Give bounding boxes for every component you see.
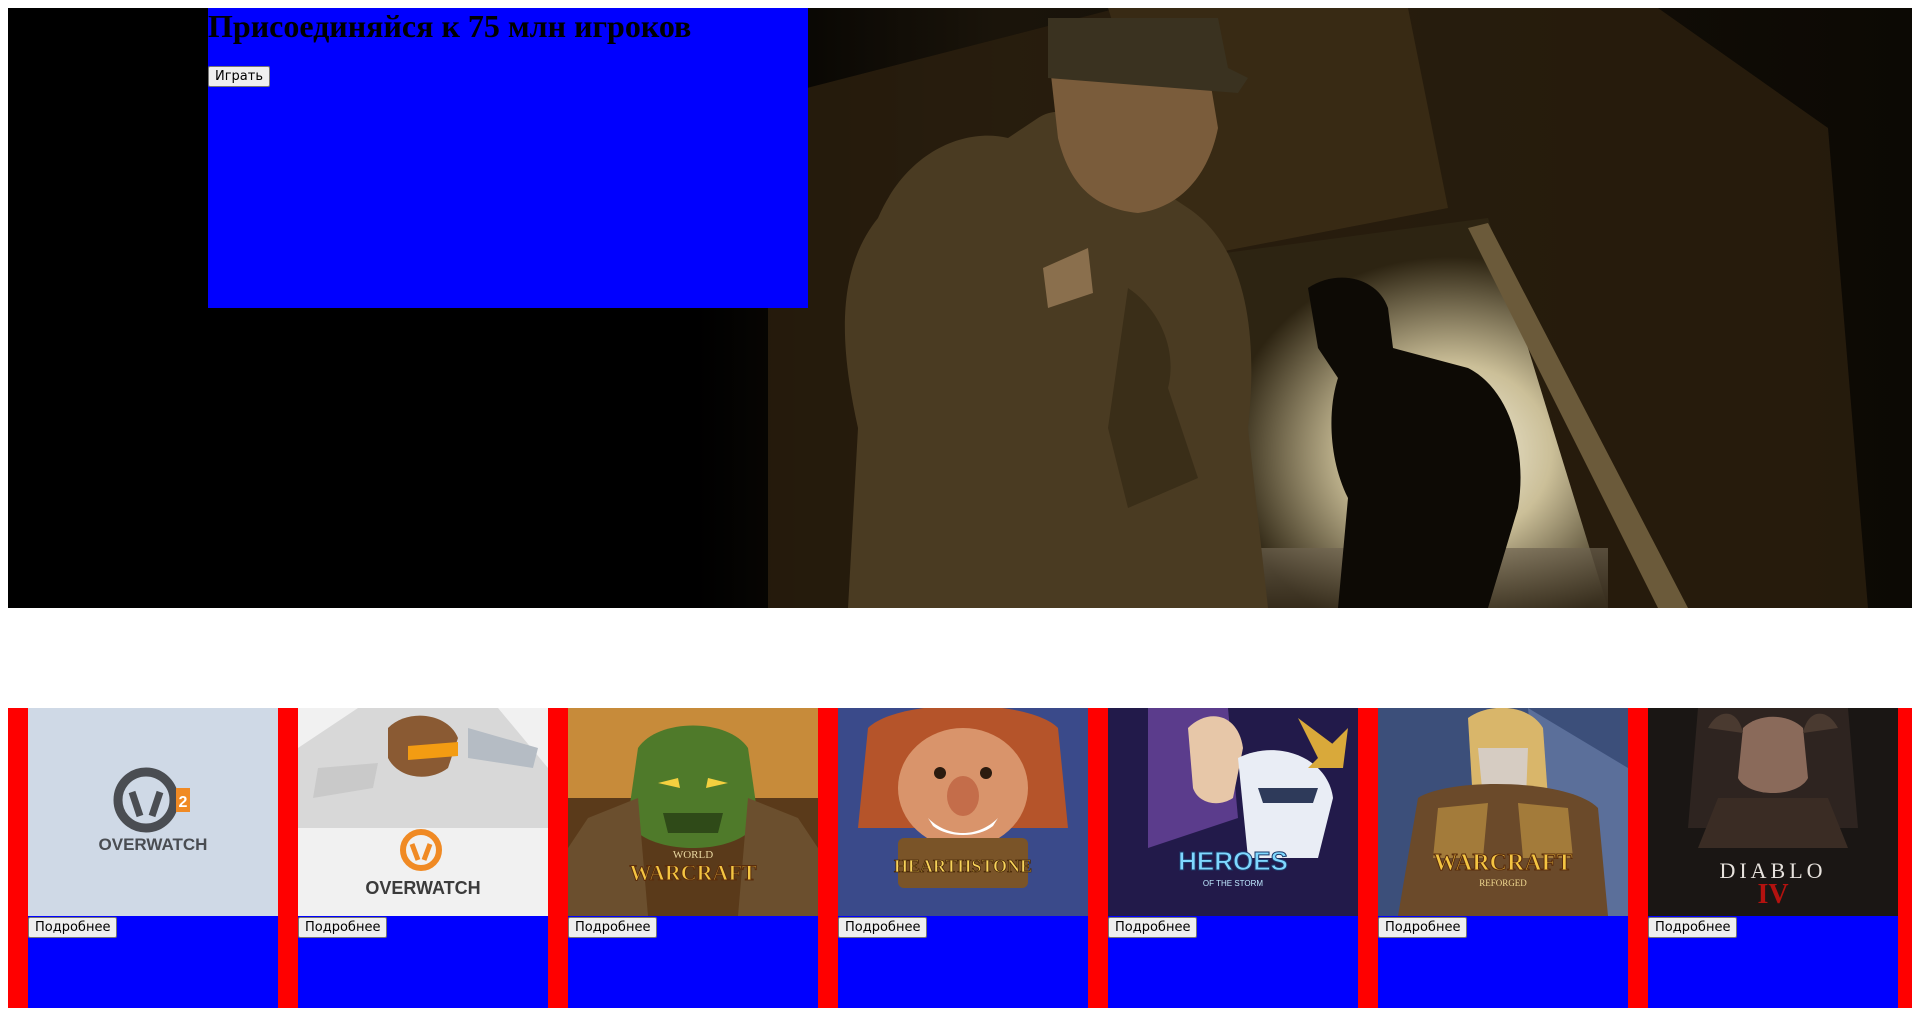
world-of-warcraft-cover: WORLD WARCRAFT	[568, 708, 818, 916]
heroes-logo-sub: OF THE STORM	[1203, 879, 1263, 888]
heroes-of-the-storm-cover: HEROES OF THE STORM	[1108, 708, 1358, 916]
play-button[interactable]: Играть	[208, 66, 271, 87]
warcraft-reforged-cover: WARCRAFT REFORGED	[1378, 708, 1628, 916]
overwatch-logo: OVERWATCH	[365, 878, 480, 898]
overwatch-2-cover: 2 OVERWATCH	[28, 708, 278, 916]
game-more-button[interactable]: Подробнее	[1108, 917, 1198, 938]
game-card-hearthstone: HEARTHSTONE Подробнее	[838, 708, 1088, 1008]
game-card-overwatch: OVERWATCH Подробнее	[298, 708, 548, 1008]
games-strip: 2 OVERWATCH Подробнее OVERWATCH Подробне…	[8, 708, 1912, 1008]
hero-promo-panel: Присоединяйся к 75 млн игроков Играть	[208, 8, 808, 308]
hero-banner: Присоединяйся к 75 млн игроков Играть	[8, 8, 1912, 608]
game-more-button[interactable]: Подробнее	[298, 917, 388, 938]
game-card-world-of-warcraft: WORLD WARCRAFT Подробнее	[568, 708, 818, 1008]
overwatch-cover: OVERWATCH	[298, 708, 548, 916]
overwatch-2-badge: 2	[179, 794, 188, 811]
game-more-button[interactable]: Подробнее	[838, 917, 928, 938]
game-more-button[interactable]: Подробнее	[1378, 917, 1468, 938]
diablo-badge: IV	[1757, 879, 1788, 910]
game-card-heroes-of-the-storm: HEROES OF THE STORM Подробнее	[1108, 708, 1358, 1008]
game-card-overwatch-2: 2 OVERWATCH Подробнее	[28, 708, 278, 1008]
game-card-diablo-iv: DIABLO IV Подробнее	[1648, 708, 1898, 1008]
warcraft-logo-sub: REFORGED	[1479, 878, 1527, 888]
diablo-iv-cover: DIABLO IV	[1648, 708, 1898, 916]
wow-logo: WARCRAFT	[629, 860, 756, 885]
overwatch-2-logo: OVERWATCH	[99, 835, 208, 854]
game-more-button[interactable]: Подробнее	[28, 917, 118, 938]
heroes-logo: HEROES	[1178, 846, 1288, 876]
game-more-button[interactable]: Подробнее	[568, 917, 658, 938]
game-more-button[interactable]: Подробнее	[1648, 917, 1738, 938]
game-card-warcraft-reforged: WARCRAFT REFORGED Подробнее	[1378, 708, 1628, 1008]
hero-title: Присоединяйся к 75 млн игроков	[208, 8, 692, 44]
hearthstone-cover: HEARTHSTONE	[838, 708, 1088, 916]
warcraft-logo: WARCRAFT	[1434, 850, 1573, 876]
hearthstone-logo: HEARTHSTONE	[894, 856, 1032, 876]
